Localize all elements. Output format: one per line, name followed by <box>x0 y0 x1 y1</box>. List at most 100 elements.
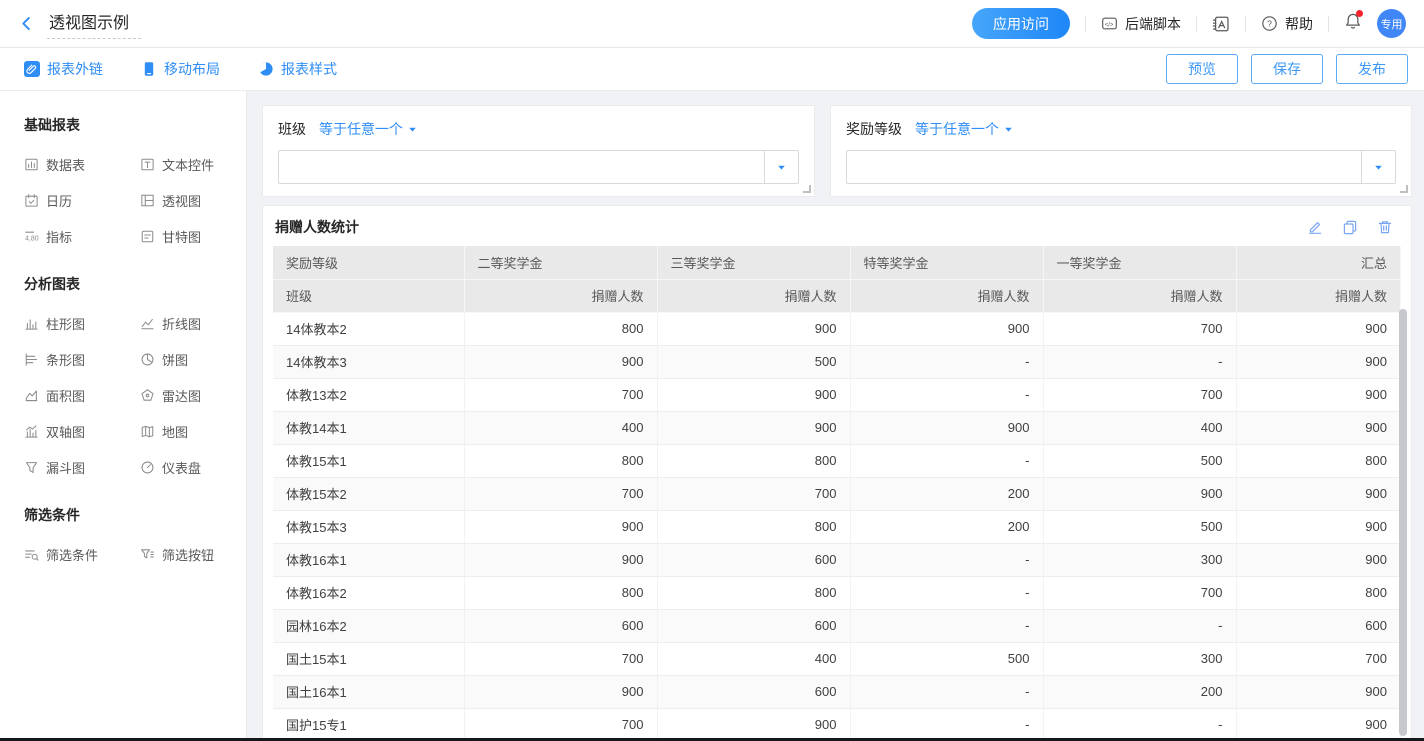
gauge-icon <box>140 460 155 475</box>
value-cell: 800 <box>464 576 657 609</box>
value-cell: - <box>850 378 1043 411</box>
sidebar-item-area-chart[interactable]: 面积图 <box>24 386 140 405</box>
column-chart-icon <box>24 316 39 331</box>
pivot-row: 体教15本2700700200900900 <box>273 477 1401 510</box>
sidebar-item-label: 柱形图 <box>46 314 85 333</box>
value-cell: - <box>850 444 1043 477</box>
pivot-widget[interactable]: 捐赠人数统计 奖励等级二等奖学金三等奖学金特等奖学金 <box>262 205 1412 740</box>
data-table-icon <box>24 157 39 172</box>
sidebar-item-label: 文本控件 <box>162 155 214 174</box>
value-cell: 800 <box>657 510 850 543</box>
help-button[interactable]: ? 帮助 <box>1261 14 1313 34</box>
sidebar-item-label: 饼图 <box>162 350 188 369</box>
sidebar-item-calendar[interactable]: 日历 <box>24 191 140 210</box>
sidebar-item-data-table[interactable]: 数据表 <box>24 155 140 174</box>
value-cell: 900 <box>464 510 657 543</box>
sidebar-item-label: 雷达图 <box>162 386 201 405</box>
value-cell: 900 <box>1043 477 1236 510</box>
sidebar-item-funnel-chart[interactable]: 漏斗图 <box>24 458 140 477</box>
save-button[interactable]: 保存 <box>1251 54 1323 84</box>
scrollbar-thumb[interactable] <box>1399 309 1407 736</box>
edit-icon[interactable] <box>1307 219 1323 235</box>
pivot-column-header: 三等奖学金 <box>657 246 850 279</box>
sidebar-item-dual-axis[interactable]: 双轴图 <box>24 422 140 441</box>
sidebar-item-label: 甘特图 <box>162 227 201 246</box>
svg-text:4,80: 4,80 <box>25 235 39 242</box>
select-value <box>279 151 764 183</box>
delete-icon[interactable] <box>1377 219 1393 235</box>
page-title[interactable]: 透视图示例 <box>47 8 141 39</box>
table-scrollbar[interactable] <box>1399 309 1407 736</box>
pivot-row: 体教15本3900800200500900 <box>273 510 1401 543</box>
value-cell: 600 <box>657 543 850 576</box>
sidebar-item-text-widget[interactable]: 文本控件 <box>140 155 236 174</box>
filter-card-class[interactable]: 班级 等于任意一个 <box>262 105 815 197</box>
sidebar-item-column-chart[interactable]: 柱形图 <box>24 314 140 333</box>
sidebar-section-title: 分析图表 <box>24 274 236 294</box>
class-filter-select[interactable] <box>278 150 799 184</box>
pivot-row: 国护15专1700900--900 <box>273 708 1401 740</box>
pivot-row: 国土16本1900600-200900 <box>273 675 1401 708</box>
help-label: 帮助 <box>1285 14 1313 34</box>
filter-card-award-level[interactable]: 奖励等级 等于任意一个 <box>830 105 1412 197</box>
select-value <box>847 151 1361 183</box>
caret-down-icon[interactable] <box>764 151 798 183</box>
value-cell: 500 <box>1043 510 1236 543</box>
value-cell: 900 <box>657 411 850 444</box>
caret-down-icon[interactable] <box>1361 151 1395 183</box>
filter-operator[interactable]: 等于任意一个 <box>319 119 418 139</box>
backend-script-button[interactable]: </> 后端脚本 <box>1101 14 1181 34</box>
sidebar-section-title: 基础报表 <box>24 115 236 135</box>
notifications-button[interactable] <box>1344 12 1362 35</box>
value-cell: 900 <box>464 543 657 576</box>
class-cell: 体教15本1 <box>273 444 464 477</box>
resize-handle[interactable] <box>1400 185 1408 193</box>
pivot-row: 14体教本2800900900700900 <box>273 312 1401 345</box>
avatar[interactable]: 专用 <box>1377 9 1406 38</box>
app-access-button[interactable]: 应用访问 <box>972 8 1070 39</box>
copy-icon[interactable] <box>1342 219 1358 235</box>
sidebar-item-filter-cond[interactable]: 筛选条件 <box>24 545 140 564</box>
sidebar-item-filter-btn[interactable]: 筛选按钮 <box>140 545 236 564</box>
publish-button[interactable]: 发布 <box>1336 54 1408 84</box>
sidebar-item-pie-chart[interactable]: 饼图 <box>140 350 236 369</box>
sidebar-item-radar-chart[interactable]: 雷达图 <box>140 386 236 405</box>
value-cell: - <box>850 609 1043 642</box>
value-cell: 700 <box>657 477 850 510</box>
value-cell: 300 <box>1043 642 1236 675</box>
sidebar-item-pivot[interactable]: 透视图 <box>140 191 236 210</box>
value-cell: 800 <box>464 312 657 345</box>
sidebar-item-gauge[interactable]: 仪表盘 <box>140 458 236 477</box>
toolbar-link-link[interactable]: 报表外链 <box>24 59 103 79</box>
back-chevron-icon[interactable] <box>18 15 35 32</box>
toolbar-link-label: 移动布局 <box>164 59 220 79</box>
pivot-measure-row: 班级捐赠人数捐赠人数捐赠人数捐赠人数捐赠人数 <box>273 279 1401 312</box>
sidebar-item-bar-chart[interactable]: 条形图 <box>24 350 140 369</box>
value-cell: 900 <box>1236 345 1401 378</box>
line-chart-icon <box>140 316 155 331</box>
toolbar-link-pie-style[interactable]: 报表样式 <box>258 59 337 79</box>
toolbar-link-mobile[interactable]: 移动布局 <box>141 59 220 79</box>
award-filter-select[interactable] <box>846 150 1396 184</box>
dual-axis-icon <box>24 424 39 439</box>
sidebar-item-label: 条形图 <box>46 350 85 369</box>
sidebar-item-kpi[interactable]: 4,80指标 <box>24 227 140 246</box>
value-cell: 900 <box>1236 510 1401 543</box>
sidebar-item-map[interactable]: 地图 <box>140 422 236 441</box>
pivot-row: 体教14本1400900900400900 <box>273 411 1401 444</box>
preview-button[interactable]: 预览 <box>1166 54 1238 84</box>
value-cell: 700 <box>464 378 657 411</box>
resize-handle[interactable] <box>803 185 811 193</box>
contacts-button[interactable] <box>1212 15 1230 33</box>
notification-dot <box>1356 10 1363 17</box>
value-cell: 900 <box>464 345 657 378</box>
report-toolbar: 报表外链 移动布局 报表样式 预览 保存 发布 <box>0 48 1424 91</box>
sidebar-item-gantt[interactable]: 甘特图 <box>140 227 236 246</box>
pivot-column-header: 一等奖学金 <box>1043 246 1236 279</box>
bar-chart-icon <box>24 352 39 367</box>
sidebar-item-line-chart[interactable]: 折线图 <box>140 314 236 333</box>
value-cell: 600 <box>464 609 657 642</box>
value-cell: 200 <box>1043 675 1236 708</box>
pivot-column-header: 特等奖学金 <box>850 246 1043 279</box>
filter-operator[interactable]: 等于任意一个 <box>915 119 1014 139</box>
